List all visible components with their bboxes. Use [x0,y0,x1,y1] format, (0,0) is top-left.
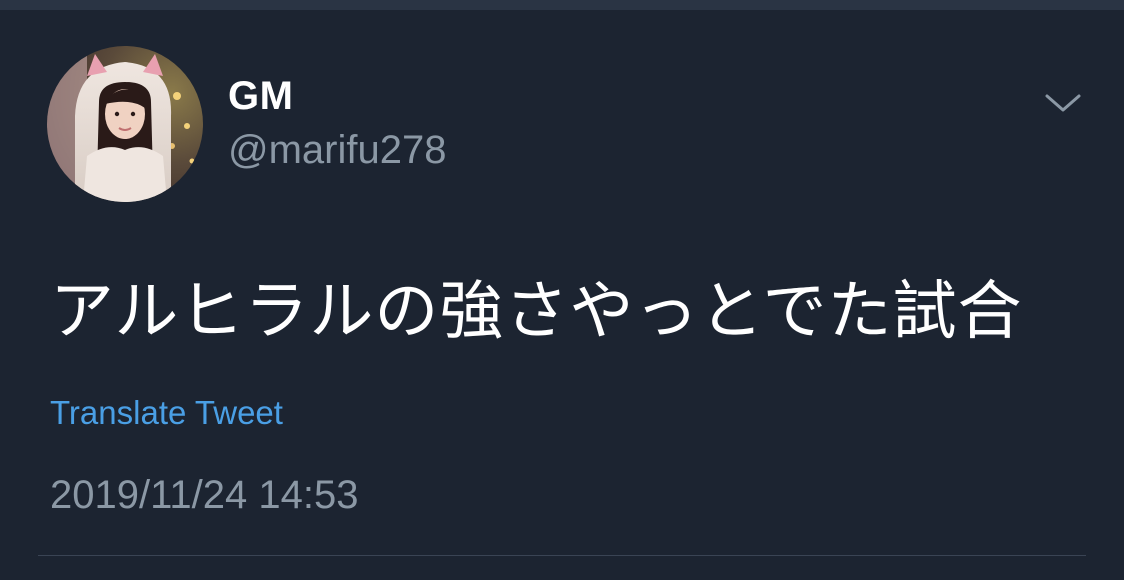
divider [38,555,1086,556]
tweet-text: アルヒラルの強さやっとでた試合 [50,275,1023,349]
chevron-down-icon[interactable] [1042,88,1084,118]
translate-tweet-link[interactable]: Translate Tweet [50,394,283,432]
user-handle[interactable]: @marifu278 [228,128,446,172]
avatar-image [47,46,203,202]
avatar[interactable] [47,46,203,202]
tweet-detail-view: GM @marifu278 アルヒラルの強さやっとでた試合 Translate … [0,0,1124,580]
tweet-timestamp[interactable]: 2019/11/24 14:53 [50,472,358,518]
display-name[interactable]: GM [228,74,293,118]
top-bar-edge [0,0,1124,10]
